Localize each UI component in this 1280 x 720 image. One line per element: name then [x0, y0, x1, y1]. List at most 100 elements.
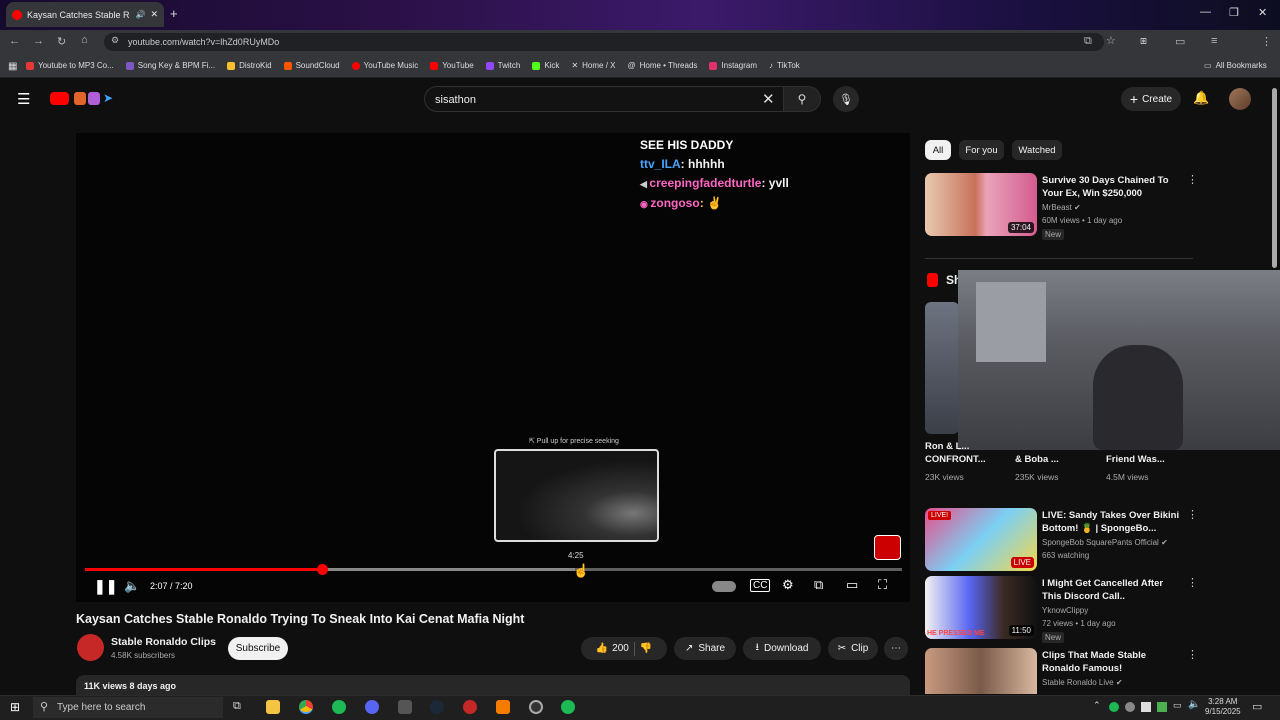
scrubber-handle[interactable]: [316, 564, 328, 575]
dislike-button[interactable]: 👎: [640, 643, 652, 654]
subscribe-button[interactable]: Subscribe: [228, 637, 288, 660]
bookmark-soundcloud[interactable]: SoundCloud: [283, 61, 340, 70]
file-explorer-icon[interactable]: [266, 700, 280, 714]
app-icon[interactable]: [398, 700, 412, 714]
short-thumbnail[interactable]: [925, 302, 959, 434]
more-vert-icon[interactable]: ⋮: [1187, 576, 1198, 589]
fullscreen-icon[interactable]: ⛶: [878, 577, 887, 593]
bookmark-youtube[interactable]: YouTube: [430, 61, 474, 70]
spotify-icon[interactable]: [561, 700, 575, 714]
fl-studio-icon[interactable]: [496, 700, 510, 714]
steam-icon[interactable]: [430, 700, 444, 714]
theater-mode-icon[interactable]: ▭: [846, 577, 858, 593]
create-button[interactable]: + Create: [1121, 87, 1181, 111]
video-thumbnail[interactable]: 37:04: [925, 173, 1037, 236]
back-icon[interactable]: ←: [9, 35, 20, 47]
taskbar-clock[interactable]: 3:28 AM 9/15/2025: [1205, 697, 1241, 717]
chip-for-you[interactable]: For you: [959, 140, 1004, 160]
volume-icon[interactable]: 🔈: [124, 578, 140, 594]
like-button[interactable]: 👍 200: [596, 643, 629, 654]
recommendation-channel[interactable]: Stable Ronaldo Live ✔: [1042, 678, 1123, 687]
notification-center-icon[interactable]: ▭: [1252, 700, 1262, 713]
chip-watched[interactable]: Watched: [1012, 140, 1062, 160]
recommendation-channel[interactable]: SpongeBob SquarePants Official ✔: [1042, 538, 1168, 547]
tray-overflow-icon[interactable]: ⌃: [1093, 700, 1101, 711]
url-field[interactable]: youtube.com/watch?v=lhZd0RUyMDo: [104, 33, 1104, 51]
spotify-icon[interactable]: [332, 700, 346, 714]
more-vert-icon[interactable]: ⋮: [1187, 508, 1198, 521]
recommendation-channel[interactable]: MrBeast ✔: [1042, 203, 1081, 212]
bookmark-threads[interactable]: @ Home • Threads: [627, 61, 697, 70]
tray-app-icon[interactable]: [1109, 702, 1119, 712]
clear-search-icon[interactable]: ✕: [762, 90, 775, 108]
bookmark-youtube-music[interactable]: YouTube Music: [351, 61, 418, 70]
search-button[interactable]: ⚲: [783, 86, 821, 112]
minimize-icon[interactable]: —: [1200, 6, 1211, 18]
tab-close-icon[interactable]: ✕: [150, 9, 158, 20]
recommendation-item[interactable]: Clips That Made Stable Ronaldo Famous! S…: [925, 648, 1195, 694]
short-title[interactable]: Friend Was...: [1106, 454, 1165, 465]
recommendation-title[interactable]: Survive 30 Days Chained To Your Ex, Win …: [1042, 174, 1182, 200]
discord-icon[interactable]: [365, 700, 379, 714]
media-controls-icon[interactable]: ≡: [1211, 35, 1217, 47]
bookmark-twitch[interactable]: Twitch: [485, 61, 520, 70]
audio-icon[interactable]: 🔊: [135, 10, 145, 19]
obs-icon[interactable]: [529, 700, 543, 714]
bookmark-star-icon[interactable]: ☆: [1106, 34, 1116, 47]
captions-icon[interactable]: CC: [750, 579, 771, 592]
bookmark-kick[interactable]: Kick: [532, 61, 559, 70]
guide-menu-icon[interactable]: ☰: [17, 90, 30, 108]
tray-app-icon[interactable]: [1141, 702, 1151, 712]
channel-watermark-icon[interactable]: [874, 535, 901, 560]
clip-button[interactable]: ✂ Clip: [828, 637, 878, 660]
bookmark-song-key[interactable]: Song Key & BPM Fi...: [125, 61, 215, 70]
new-tab-icon[interactable]: +: [170, 6, 178, 21]
voice-search-button[interactable]: 🎙: [833, 86, 859, 112]
video-thumbnail[interactable]: [925, 648, 1037, 694]
share-button[interactable]: ↗ Share: [674, 637, 736, 660]
speaker-icon[interactable]: 🔈: [1188, 699, 1200, 710]
bookmark-tiktok[interactable]: ♪ TikTok: [769, 61, 800, 70]
all-bookmarks[interactable]: ▭ All Bookmarks: [1204, 61, 1267, 70]
chip-all[interactable]: All: [925, 140, 951, 160]
reload-icon[interactable]: ↻: [57, 35, 66, 48]
site-info-icon[interactable]: ⚙: [111, 35, 119, 46]
channel-avatar[interactable]: [77, 634, 104, 661]
settings-gear-icon[interactable]: ⚙: [782, 577, 794, 593]
recommendation-channel[interactable]: YknowClippy: [1042, 606, 1088, 615]
browser-menu-icon[interactable]: ⋮: [1261, 35, 1272, 48]
recommendation-title[interactable]: Clips That Made Stable Ronaldo Famous!: [1042, 649, 1182, 675]
recommendation-item[interactable]: LIVE! LIVE LIVE: Sandy Takes Over Bikini…: [925, 508, 1198, 572]
autoplay-toggle[interactable]: [712, 581, 736, 592]
more-vert-icon[interactable]: ⋮: [1187, 648, 1195, 661]
bookmark-youtube-mp3[interactable]: Youtube to MP3 Co...: [26, 61, 114, 70]
browser-tab[interactable]: Kaysan Catches Stable Ron… 🔊 ✕: [6, 2, 164, 27]
app-icon[interactable]: [463, 700, 477, 714]
short-title[interactable]: Ron & L... CONFRONT...: [925, 440, 995, 466]
network-icon[interactable]: ▭: [1173, 700, 1182, 711]
progress-bar[interactable]: [85, 564, 902, 575]
description-box[interactable]: 11K views 8 days ago: [76, 675, 910, 695]
recommendation-item[interactable]: 37:04 Survive 30 Days Chained To Your Ex…: [925, 173, 1198, 243]
recommendation-item[interactable]: HE PRESSED ME 11:50 I Might Get Cancelle…: [925, 576, 1198, 643]
install-icon[interactable]: ⧉: [1084, 35, 1092, 48]
video-thumbnail[interactable]: HE PRESSED ME 11:50: [925, 576, 1037, 639]
sidepanel-icon[interactable]: ▭: [1175, 35, 1185, 48]
miniplayer-icon[interactable]: ⧉: [814, 577, 823, 593]
recommendation-title[interactable]: I Might Get Cancelled After This Discord…: [1042, 577, 1182, 603]
bookmark-distrokid[interactable]: DistroKid: [227, 61, 272, 70]
chrome-icon[interactable]: [299, 700, 313, 714]
more-vert-icon[interactable]: ⋮: [1187, 173, 1198, 186]
video-thumbnail[interactable]: LIVE! LIVE: [925, 508, 1037, 571]
taskbar-search[interactable]: Type here to search: [33, 697, 223, 718]
recommendation-title[interactable]: LIVE: Sandy Takes Over Bikini Bottom! 🍍 …: [1042, 509, 1182, 535]
bookmark-x[interactable]: ✕ Home / X: [571, 61, 615, 70]
tray-app-icon[interactable]: [1157, 702, 1167, 712]
bookmark-instagram[interactable]: Instagram: [709, 61, 757, 70]
account-avatar[interactable]: [1229, 88, 1251, 110]
close-window-icon[interactable]: ✕: [1258, 6, 1267, 19]
youtube-logo[interactable]: ➤: [50, 91, 118, 107]
channel-name[interactable]: Stable Ronaldo Clips: [111, 636, 216, 648]
notifications-bell-icon[interactable]: 🔔: [1193, 90, 1209, 106]
download-button[interactable]: ⭳ Download: [743, 637, 821, 660]
